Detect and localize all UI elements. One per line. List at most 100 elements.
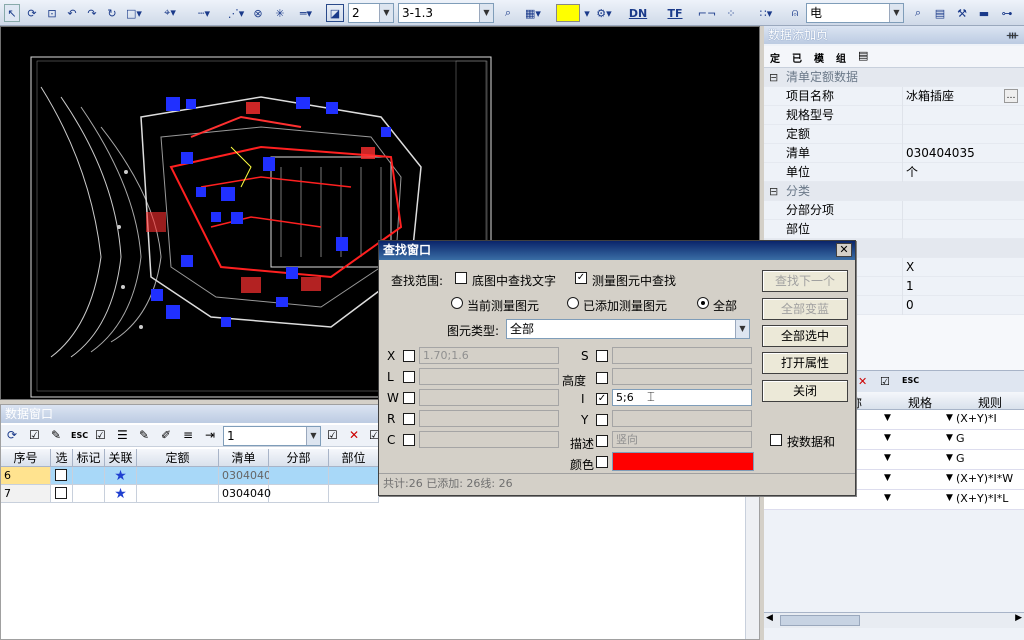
zoom-fit-icon[interactable]: ⊡: [44, 4, 60, 22]
floor-select[interactable]: 3-1.3 ▼: [398, 3, 494, 23]
color-swatch[interactable]: [556, 4, 580, 22]
row-checkbox[interactable]: [55, 487, 67, 499]
field-l-checkbox[interactable]: [403, 371, 415, 383]
color-field[interactable]: [612, 452, 754, 471]
prop-row[interactable]: 定额: [764, 125, 1024, 144]
prop-row[interactable]: 单位 个: [764, 163, 1024, 182]
chevron-down-icon[interactable]: ▼: [884, 453, 891, 463]
list-icon[interactable]: ☰: [117, 428, 128, 442]
pipe-icon[interactable]: ⌐¬: [698, 4, 716, 22]
close-button[interactable]: 关闭: [762, 380, 848, 402]
measure-checkbox[interactable]: ✓: [575, 272, 587, 284]
chevron-down-icon[interactable]: ▼: [946, 433, 953, 443]
esc-icon[interactable]: ESC: [71, 431, 88, 440]
grid-icon[interactable]: ▦▾: [522, 4, 544, 22]
base-text-checkbox[interactable]: [455, 272, 467, 284]
section-category[interactable]: ⊟ 分类: [764, 182, 1024, 201]
all-blue-button[interactable]: 全部变蓝: [762, 298, 848, 320]
chevron-down-icon[interactable]: ▼: [884, 473, 891, 483]
horizontal-scrollbar[interactable]: ◀ ▶: [764, 612, 1024, 628]
find-icon[interactable]: ⌕: [910, 4, 926, 22]
field-c-checkbox[interactable]: [403, 434, 415, 446]
field-c-input[interactable]: [419, 431, 559, 448]
cross-icon[interactable]: ✳: [272, 4, 288, 22]
dots-icon[interactable]: ∷▾: [756, 4, 776, 22]
collapse-icon[interactable]: ⊟: [769, 68, 778, 87]
field-color-checkbox[interactable]: [596, 456, 608, 468]
field-w-checkbox[interactable]: [403, 392, 415, 404]
col-mark[interactable]: 标记: [73, 449, 105, 467]
tool-model-button[interactable]: 模: [814, 50, 824, 65]
matrix-icon[interactable]: ⁘: [722, 4, 740, 22]
prop-row[interactable]: 规格型号: [764, 106, 1024, 125]
type-select[interactable]: 全部 ▼: [506, 319, 750, 339]
table-row[interactable]: 7 ★ 0304040: [1, 485, 379, 503]
measure-icon[interactable]: ⚙▾: [594, 4, 614, 22]
check-icon[interactable]: ☑: [880, 375, 890, 388]
field-y-input[interactable]: [612, 410, 752, 427]
row-checkbox[interactable]: [55, 469, 67, 481]
prop-row[interactable]: 部位: [764, 220, 1024, 239]
settings-icon[interactable]: ⚒: [954, 4, 970, 22]
dimension-icon[interactable]: ┄▾: [190, 4, 218, 22]
field-y-checkbox[interactable]: [596, 414, 608, 426]
header-rule[interactable]: 规则: [978, 394, 1002, 411]
table-row[interactable]: 6 ★ 0304040: [1, 467, 379, 485]
chevron-down-icon[interactable]: ▼: [946, 473, 953, 483]
prop-row[interactable]: 清单 030404035: [764, 144, 1024, 163]
ruler-icon[interactable]: ▬: [976, 4, 992, 22]
select-all-button[interactable]: 全部选中: [762, 325, 848, 347]
star-icon[interactable]: ★: [105, 467, 137, 485]
tf-button[interactable]: TF: [664, 4, 686, 22]
chevron-down-icon[interactable]: ▾: [582, 4, 592, 22]
field-height-checkbox[interactable]: [596, 372, 608, 384]
scroll-thumb[interactable]: [780, 615, 860, 626]
locate-icon[interactable]: ⌕: [500, 4, 516, 22]
pin-icon[interactable]: ᚒ: [1007, 26, 1018, 44]
layer-select[interactable]: 2 ▼: [348, 3, 394, 23]
col-list[interactable]: 清单: [219, 449, 269, 467]
field-s-input[interactable]: [612, 347, 752, 364]
radio-all[interactable]: [697, 297, 709, 309]
chevron-down-icon[interactable]: ▼: [946, 453, 953, 463]
undo-icon[interactable]: ↶: [64, 4, 80, 22]
lines-icon[interactable]: ≡: [183, 428, 193, 442]
header-spec[interactable]: 规格: [908, 394, 932, 411]
doc-icon[interactable]: ▤: [858, 49, 868, 62]
open-properties-button[interactable]: 打开属性: [762, 352, 848, 374]
col-select[interactable]: 选: [51, 449, 73, 467]
field-height-input[interactable]: [612, 368, 752, 385]
dn-button[interactable]: DN: [626, 4, 650, 22]
snap-icon[interactable]: ⋰▾: [226, 4, 246, 22]
check-icon[interactable]: ☑: [29, 428, 40, 442]
filter-select[interactable]: 1 ▼: [223, 426, 321, 446]
col-link[interactable]: 关联: [105, 449, 137, 467]
redo-icon[interactable]: ↷: [84, 4, 100, 22]
scale-icon[interactable]: ⊶: [998, 4, 1016, 22]
chevron-down-icon[interactable]: ▼: [884, 433, 891, 443]
field-w-input[interactable]: [419, 389, 559, 406]
brush-icon[interactable]: ✐: [161, 428, 171, 442]
edit-icon[interactable]: ✎: [51, 428, 61, 442]
prop-row[interactable]: 项目名称 冰箱插座…: [764, 87, 1024, 106]
section-quota[interactable]: ⊟ 清单定额数据: [764, 68, 1024, 87]
tool-group-button[interactable]: 组: [836, 50, 846, 65]
radio-current[interactable]: [451, 297, 463, 309]
intersect-icon[interactable]: ⊗: [250, 4, 266, 22]
chevron-down-icon[interactable]: ▼: [946, 413, 953, 423]
select-cell[interactable]: [51, 467, 73, 485]
folder-icon[interactable]: ▤: [932, 4, 948, 22]
layer-icon[interactable]: ◪: [326, 4, 344, 22]
list-check-icon[interactable]: ☑: [95, 428, 106, 442]
field-i-checkbox[interactable]: ✓: [596, 393, 608, 405]
field-l-input[interactable]: [419, 368, 559, 385]
field-x-checkbox[interactable]: [403, 350, 415, 362]
check-icon[interactable]: ☑: [327, 428, 338, 442]
col-index[interactable]: 序号: [1, 449, 51, 467]
field-r-input[interactable]: [419, 410, 559, 427]
refresh-icon[interactable]: ⟳: [24, 4, 40, 22]
indent-icon[interactable]: ⇥: [205, 428, 215, 442]
field-desc-input[interactable]: 竖向: [612, 431, 752, 448]
col-quota[interactable]: 定额: [137, 449, 219, 467]
field-desc-checkbox[interactable]: [596, 435, 608, 447]
